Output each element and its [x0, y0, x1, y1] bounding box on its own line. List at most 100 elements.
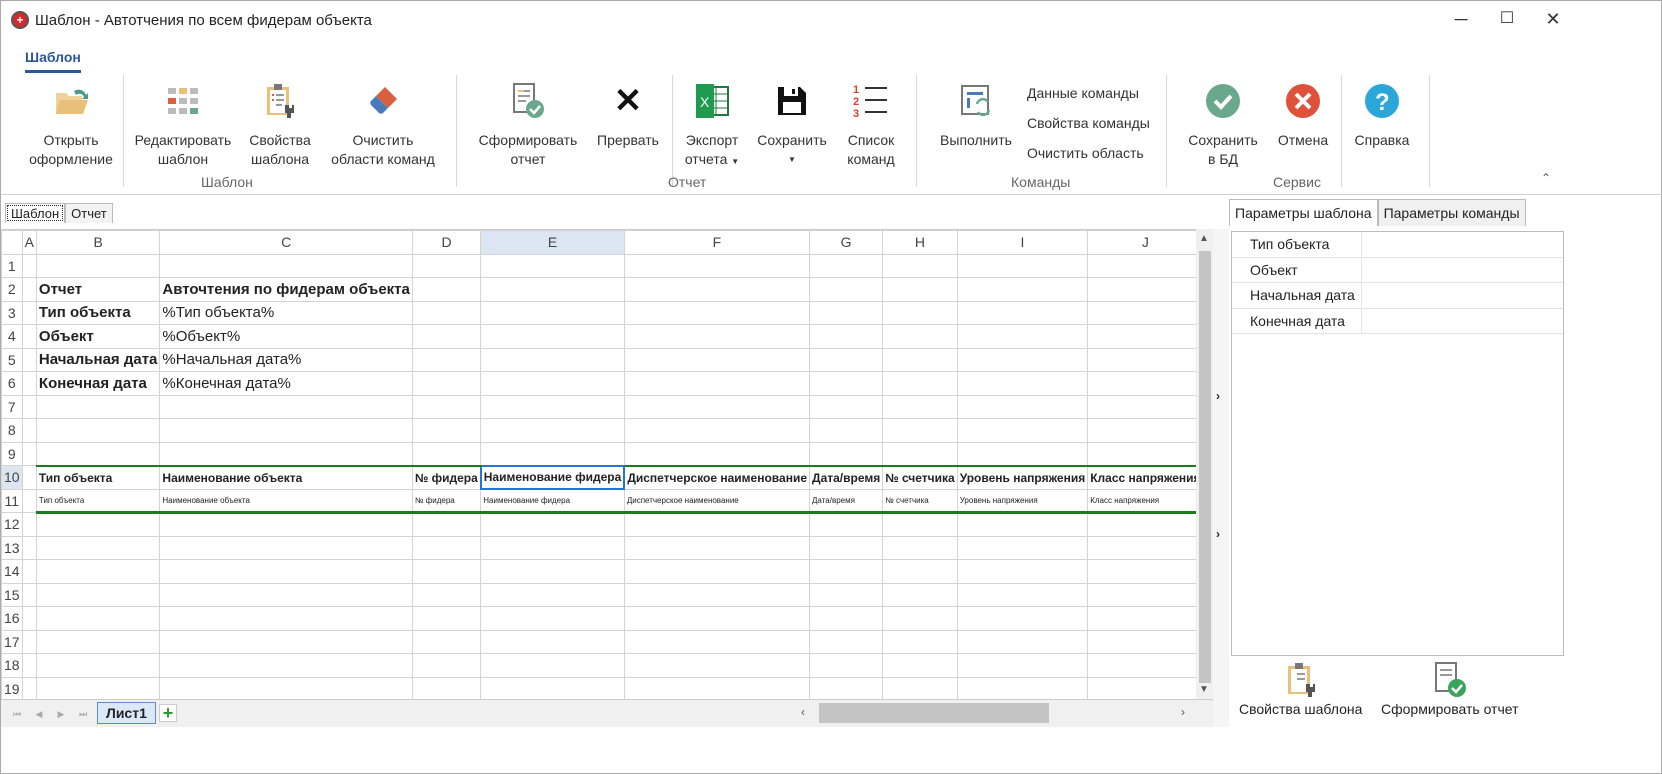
cell-I13[interactable] — [956, 535, 1089, 560]
row-header[interactable]: 4 — [1, 324, 23, 349]
column-header-G[interactable]: G — [809, 230, 884, 255]
scroll-down-icon[interactable]: ▼ — [1199, 684, 1209, 695]
save-to-db-button[interactable]: Сохранить в БД — [1181, 81, 1265, 169]
cell-J4[interactable] — [1087, 324, 1196, 349]
cell-G15[interactable] — [809, 582, 884, 607]
cell-D8[interactable] — [411, 418, 482, 443]
cell-F19[interactable] — [623, 676, 811, 699]
cell-E15[interactable] — [480, 582, 625, 607]
cell-F11[interactable]: Диспетчерское наименование — [623, 488, 811, 514]
row-header[interactable]: 9 — [1, 441, 23, 466]
cell-I1[interactable] — [956, 253, 1089, 278]
cell-B6[interactable]: Конечная дата — [35, 371, 161, 396]
cell-A9[interactable] — [21, 441, 37, 466]
cell-J8[interactable] — [1087, 418, 1196, 443]
cell-J14[interactable] — [1087, 559, 1196, 584]
cell-B17[interactable] — [35, 629, 161, 654]
cell-E18[interactable] — [480, 653, 625, 678]
cell-G18[interactable] — [809, 653, 884, 678]
cell-E1[interactable] — [480, 253, 625, 278]
command-data-button[interactable]: Данные команды — [1027, 85, 1139, 101]
cell-A8[interactable] — [21, 418, 37, 443]
edit-template-button[interactable]: Редактировать шаблон — [131, 81, 235, 169]
open-design-button[interactable]: Открыть оформление — [23, 81, 119, 169]
cell-H15[interactable] — [882, 582, 958, 607]
cell-H9[interactable] — [882, 441, 958, 466]
cell-G7[interactable] — [809, 394, 884, 419]
expand-right-icon[interactable]: › — [1216, 389, 1220, 403]
cell-C13[interactable] — [159, 535, 413, 560]
cell-F17[interactable] — [623, 629, 811, 654]
row-header[interactable]: 13 — [1, 535, 23, 560]
row-header[interactable]: 3 — [1, 300, 23, 325]
param-row[interactable]: Начальная дата — [1232, 283, 1563, 309]
cell-B2[interactable]: Отчет — [35, 277, 161, 302]
row-header[interactable]: 16 — [1, 606, 23, 631]
cell-F2[interactable] — [623, 277, 811, 302]
cell-C19[interactable] — [159, 676, 413, 699]
cell-A16[interactable] — [21, 606, 37, 631]
cell-B7[interactable] — [35, 394, 161, 419]
prev-sheet-icon[interactable]: ◀ — [31, 706, 47, 722]
vertical-scroll-thumb[interactable] — [1199, 251, 1211, 683]
command-properties-button[interactable]: Свойства команды — [1027, 115, 1150, 131]
cell-H5[interactable] — [882, 347, 958, 372]
cell-J11[interactable]: Класс напряжения — [1087, 488, 1196, 514]
maximize-button[interactable]: ☐ — [1484, 1, 1530, 39]
cell-J12[interactable] — [1087, 512, 1196, 537]
cell-E8[interactable] — [480, 418, 625, 443]
row-header[interactable]: 12 — [1, 512, 23, 537]
row-header[interactable]: 18 — [1, 653, 23, 678]
cell-A3[interactable] — [21, 300, 37, 325]
cell-B16[interactable] — [35, 606, 161, 631]
column-header-F[interactable]: F — [623, 230, 811, 255]
cell-C16[interactable] — [159, 606, 413, 631]
cell-H18[interactable] — [882, 653, 958, 678]
cell-J7[interactable] — [1087, 394, 1196, 419]
cell-A19[interactable] — [21, 676, 37, 699]
cell-A11[interactable] — [21, 488, 37, 513]
clear-command-areas-button[interactable]: Очистить области команд — [325, 81, 441, 169]
sheet-tab-list1[interactable]: Лист1 — [97, 702, 156, 724]
cell-D3[interactable] — [411, 300, 482, 325]
cell-D2[interactable] — [411, 277, 482, 302]
cell-D12[interactable] — [411, 512, 482, 537]
cell-G5[interactable] — [809, 347, 884, 372]
cell-B15[interactable] — [35, 582, 161, 607]
panel-template-properties-button[interactable]: Свойства шаблона — [1239, 662, 1362, 717]
cell-F14[interactable] — [623, 559, 811, 584]
cell-E17[interactable] — [480, 629, 625, 654]
column-header-A[interactable]: A — [21, 230, 37, 255]
cell-H4[interactable] — [882, 324, 958, 349]
cell-G19[interactable] — [809, 676, 884, 699]
cell-F12[interactable] — [623, 512, 811, 537]
form-report-button[interactable]: Сформировать отчет — [473, 81, 583, 169]
cell-G17[interactable] — [809, 629, 884, 654]
column-header-E[interactable]: E — [480, 230, 625, 255]
tab-command-params[interactable]: Параметры команды — [1377, 199, 1526, 226]
cell-A5[interactable] — [21, 347, 37, 372]
cell-F13[interactable] — [623, 535, 811, 560]
tab-report[interactable]: Отчет — [65, 203, 113, 223]
row-header[interactable]: 10 — [1, 465, 23, 490]
cell-I17[interactable] — [956, 629, 1089, 654]
cell-E19[interactable] — [480, 676, 625, 699]
command-list-button[interactable]: 123 Список команд — [839, 81, 903, 169]
cell-E16[interactable] — [480, 606, 625, 631]
cell-H1[interactable] — [882, 253, 958, 278]
export-report-button[interactable]: X Экспорт отчета ▼ — [677, 81, 747, 171]
cell-G9[interactable] — [809, 441, 884, 466]
cell-G16[interactable] — [809, 606, 884, 631]
cell-H8[interactable] — [882, 418, 958, 443]
param-row[interactable]: Конечная дата — [1232, 308, 1563, 334]
cell-C1[interactable] — [159, 253, 413, 278]
cell-G11[interactable]: Дата/время — [809, 488, 884, 514]
cell-I3[interactable] — [956, 300, 1089, 325]
cell-H19[interactable] — [882, 676, 958, 699]
cell-J13[interactable] — [1087, 535, 1196, 560]
cell-J9[interactable] — [1087, 441, 1196, 466]
cell-F16[interactable] — [623, 606, 811, 631]
abort-button[interactable]: ✕ Прервать — [591, 81, 665, 150]
cell-H10[interactable]: № счетчика — [882, 464, 958, 490]
cell-E4[interactable] — [480, 324, 625, 349]
